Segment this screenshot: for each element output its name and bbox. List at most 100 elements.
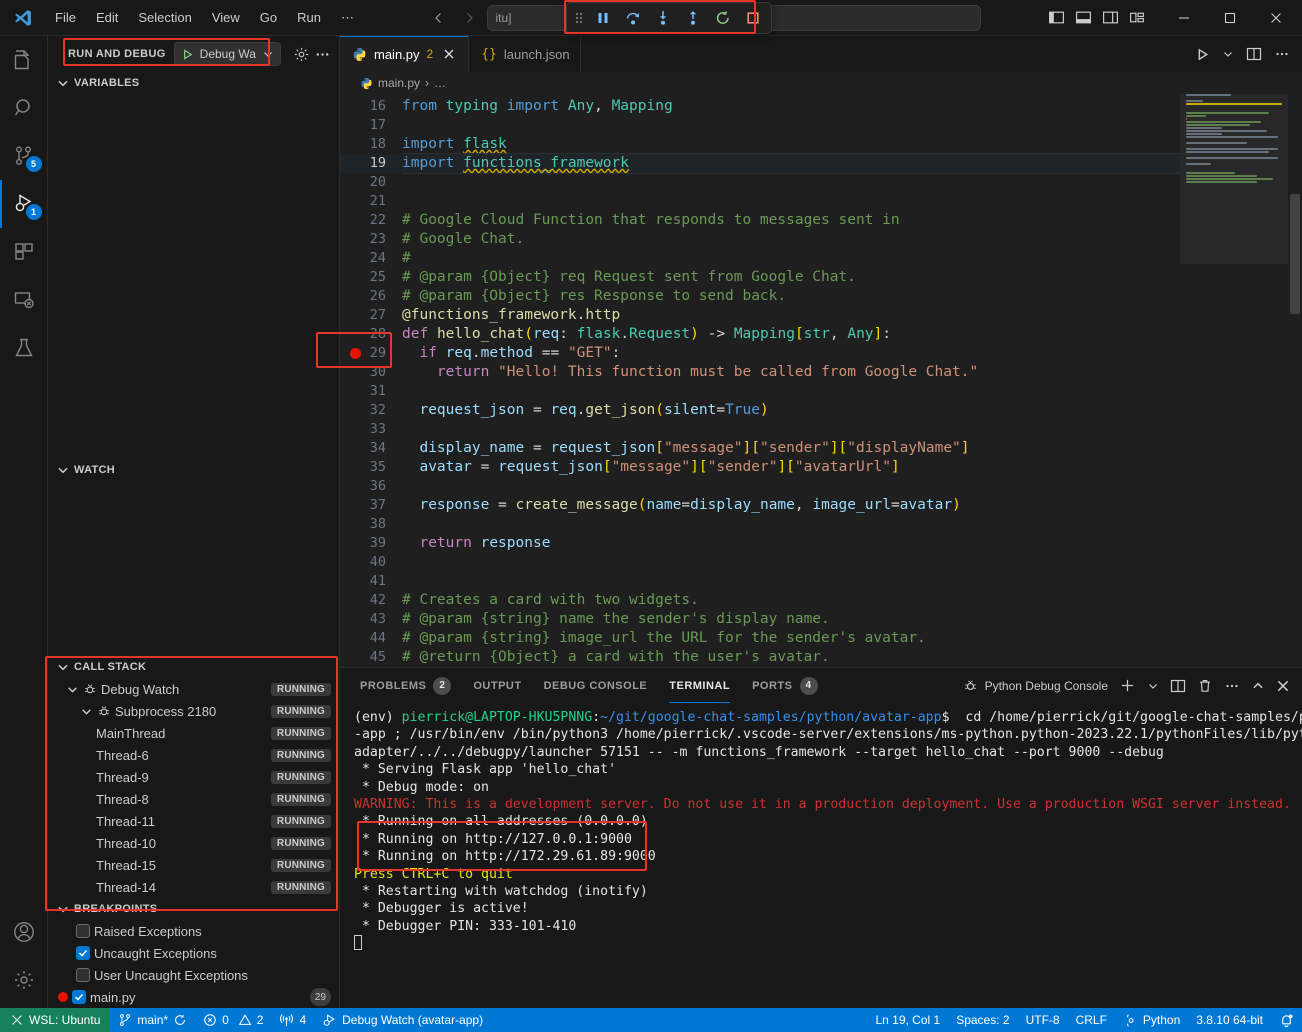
minimap[interactable]: [1180, 94, 1288, 667]
code-line[interactable]: 34 display_name = request_json["message"…: [340, 439, 1180, 458]
line-number[interactable]: 20: [340, 173, 402, 192]
sidebar-item-extensions[interactable]: [0, 228, 48, 276]
debug-step-out-button[interactable]: [679, 5, 707, 31]
code-line[interactable]: 25# @param {Object} req Request sent fro…: [340, 268, 1180, 287]
call-stack-row-thread[interactable]: Thread-11 RUNNING: [48, 810, 339, 832]
layout-grid-icon[interactable]: [1129, 9, 1146, 26]
debug-restart-button[interactable]: [709, 5, 737, 31]
sidebar-item-remote-explorer[interactable]: [0, 276, 48, 324]
breakpoints-section-header[interactable]: BREAKPOINTS: [48, 898, 339, 920]
debug-stop-button[interactable]: [739, 5, 767, 31]
watch-section-header[interactable]: WATCH: [48, 459, 339, 481]
line-number[interactable]: 27: [340, 306, 402, 325]
sidebar-item-search[interactable]: [0, 84, 48, 132]
launch-configuration-picker[interactable]: Debug Wa: [174, 42, 281, 66]
line-number[interactable]: 42: [340, 591, 402, 610]
line-number[interactable]: 35: [340, 458, 402, 477]
line-number[interactable]: 34: [340, 439, 402, 458]
breadcrumb[interactable]: main.py › …: [340, 72, 1302, 94]
call-stack-row-thread[interactable]: Thread-10 RUNNING: [48, 832, 339, 854]
code-line[interactable]: 28def hello_chat(req: flask.Request) -> …: [340, 325, 1180, 344]
gear-icon[interactable]: [293, 46, 310, 63]
sidebar-item-run-and-debug[interactable]: 1: [0, 180, 48, 228]
status-remote-host[interactable]: WSL: Ubuntu: [0, 1008, 110, 1032]
code-line[interactable]: 32 request_json = req.get_json(silent=Tr…: [340, 401, 1180, 420]
line-number[interactable]: 23: [340, 230, 402, 249]
new-terminal-button[interactable]: [1119, 677, 1136, 694]
menu-file[interactable]: File: [46, 6, 85, 29]
call-stack-row-thread[interactable]: Thread-15 RUNNING: [48, 854, 339, 876]
call-stack-row-thread[interactable]: Thread-9 RUNNING: [48, 766, 339, 788]
code-line[interactable]: 29 if req.method == "GET":: [340, 344, 1180, 363]
panel-bottom-icon[interactable]: [1075, 9, 1092, 26]
split-terminal-button[interactable]: [1170, 678, 1186, 694]
code-line[interactable]: 20: [340, 173, 1180, 192]
maximize-panel-button[interactable]: [1251, 679, 1265, 693]
minimize-window-button[interactable]: [1162, 1, 1206, 35]
breakpoint-checkbox[interactable]: [76, 968, 90, 982]
close-icon[interactable]: [440, 45, 458, 63]
sidebar-item-testing[interactable]: [0, 324, 48, 372]
call-stack-row-thread[interactable]: MainThread RUNNING: [48, 722, 339, 744]
tab-problems[interactable]: PROBLEMS 2: [360, 668, 451, 703]
menu-run[interactable]: Run: [288, 6, 330, 29]
status-ports[interactable]: 4: [271, 1008, 314, 1032]
code-line[interactable]: 42# Creates a card with two widgets.: [340, 591, 1180, 610]
code-line[interactable]: 40: [340, 553, 1180, 572]
arrow-right-icon[interactable]: [461, 10, 477, 26]
tab-ports[interactable]: PORTS 4: [752, 668, 817, 703]
chevron-down-icon[interactable]: [66, 683, 79, 696]
debug-toolbar[interactable]: [566, 2, 772, 34]
status-problems[interactable]: 0 2: [195, 1008, 271, 1032]
scrollbar-thumb[interactable]: [1290, 194, 1300, 314]
code-line[interactable]: 22# Google Cloud Function that responds …: [340, 211, 1180, 230]
variables-section-header[interactable]: VARIABLES: [48, 72, 339, 94]
play-icon[interactable]: [181, 48, 194, 61]
line-number[interactable]: 17: [340, 116, 402, 135]
call-stack-row-subprocess[interactable]: Subprocess 2180 RUNNING: [48, 700, 339, 722]
breakpoint-dot-icon[interactable]: [350, 348, 361, 359]
tab-terminal[interactable]: TERMINAL: [669, 668, 730, 703]
line-number[interactable]: 16: [340, 97, 402, 116]
chevron-down-icon[interactable]: [262, 48, 274, 60]
code-line[interactable]: 39 return response: [340, 534, 1180, 553]
menu-selection[interactable]: Selection: [129, 6, 200, 29]
code-line[interactable]: 38: [340, 515, 1180, 534]
menu-view[interactable]: View: [203, 6, 249, 29]
line-number[interactable]: 44: [340, 629, 402, 648]
menu-edit[interactable]: Edit: [87, 6, 127, 29]
code-line[interactable]: 19import functions_framework: [340, 154, 1180, 173]
close-panel-button[interactable]: [1276, 679, 1290, 693]
code-line[interactable]: 36: [340, 477, 1180, 496]
line-number[interactable]: 25: [340, 268, 402, 287]
code-line[interactable]: 44# @param {string} image_url the URL fo…: [340, 629, 1180, 648]
line-number[interactable]: 36: [340, 477, 402, 496]
line-number[interactable]: 41: [340, 572, 402, 591]
sidebar-item-source-control[interactable]: 5: [0, 132, 48, 180]
code-line[interactable]: 16from typing import Any, Mapping: [340, 97, 1180, 116]
breakpoint-row-uncaught-exceptions[interactable]: Uncaught Exceptions: [48, 942, 339, 964]
menu-more[interactable]: ⋯: [332, 6, 363, 30]
code-line[interactable]: 26# @param {Object} res Response to send…: [340, 287, 1180, 306]
code-line[interactable]: 17: [340, 116, 1180, 135]
code-editor[interactable]: 16from typing import Any, Mapping17 18im…: [340, 94, 1302, 667]
menu-go[interactable]: Go: [251, 6, 286, 29]
close-window-button[interactable]: [1254, 1, 1298, 35]
tab-debug-console[interactable]: DEBUG CONSOLE: [544, 668, 648, 703]
code-line[interactable]: 41: [340, 572, 1180, 591]
panel-left-icon[interactable]: [1048, 9, 1065, 26]
minimap-slider[interactable]: [1180, 94, 1288, 264]
code-line[interactable]: 23# Google Chat.: [340, 230, 1180, 249]
line-number[interactable]: 32: [340, 401, 402, 420]
code-line[interactable]: 18import flask: [340, 135, 1180, 154]
line-number[interactable]: 33: [340, 420, 402, 439]
terminal-output[interactable]: (env) pierrick@LAPTOP-HKU5PNNG:~/git/goo…: [340, 703, 1302, 1029]
call-stack-row-thread[interactable]: Thread-14 RUNNING: [48, 876, 339, 898]
breakpoint-checkbox[interactable]: [72, 990, 86, 1004]
line-number[interactable]: 37: [340, 496, 402, 515]
terminal-profile-chevron[interactable]: [1147, 680, 1159, 692]
code-line[interactable]: 37 response = create_message(name=displa…: [340, 496, 1180, 515]
line-number[interactable]: 26: [340, 287, 402, 306]
code-line[interactable]: 43# @param {string} name the sender's di…: [340, 610, 1180, 629]
line-number[interactable]: 18: [340, 135, 402, 154]
